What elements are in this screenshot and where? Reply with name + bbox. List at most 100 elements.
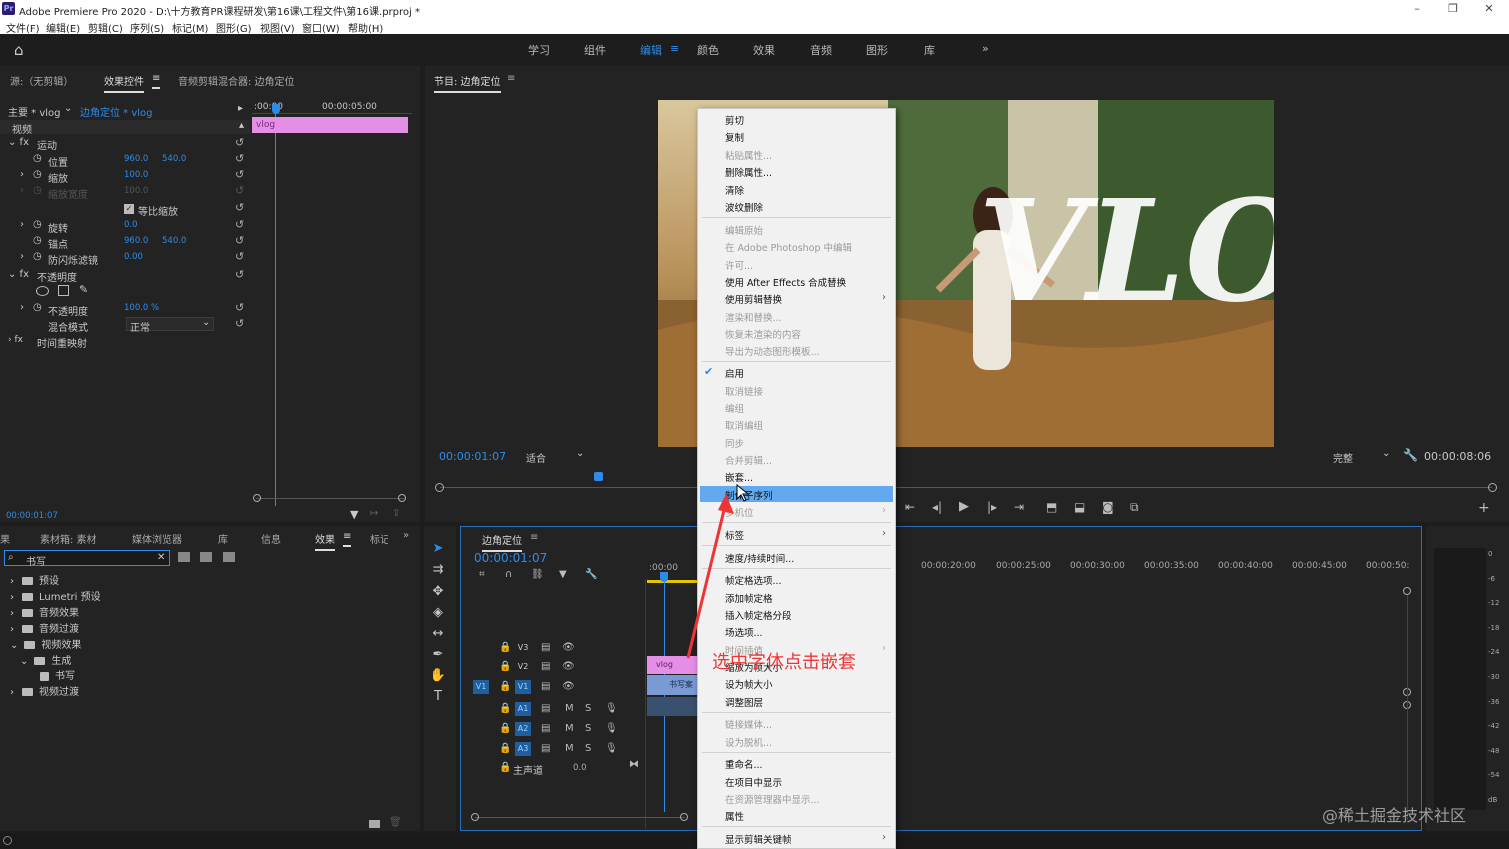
ws-tab-effects[interactable]: 效果 [753,42,775,58]
expand-motion-icon[interactable]: ⌄ fx [8,137,29,148]
menu-item-ripple-delete[interactable]: 波纹删除 [725,200,763,214]
tree-item-presets[interactable]: › 预设 [10,572,59,587]
timeline-zoom-scrollbar[interactable] [475,817,685,818]
track-a1[interactable]: A1 [515,702,531,716]
pen-mask-icon[interactable]: ✎ [79,283,88,296]
menu-help[interactable]: 帮助(H) [348,20,383,35]
type-tool-icon[interactable]: T [429,689,447,704]
menu-item-nest[interactable]: 嵌套... [725,470,753,484]
accelerated-effects-icon[interactable] [178,552,190,562]
program-monitor-title[interactable]: 节目: 边角定位 [434,73,501,93]
reset-rotation-icon[interactable]: ↺ [235,218,244,231]
menu-item-cut[interactable]: 剪切 [725,113,744,127]
go-to-in-icon[interactable]: ⇤ [905,500,915,514]
rotation-value[interactable]: 0.0 [124,220,138,230]
clip-a1[interactable] [647,697,699,716]
menu-item-set-to-frame[interactable]: 设为帧大小 [725,677,773,691]
close-icon[interactable]: ✕ [1475,2,1503,16]
solo-icon[interactable]: S [585,703,591,714]
master-track-value[interactable]: 0.0 [573,763,587,773]
ws-tab-color[interactable]: 颜色 [697,42,719,58]
menu-item-enable[interactable]: 启用 [725,366,744,380]
home-icon[interactable]: ⌂ [14,41,24,59]
more-tabs-icon[interactable]: » [403,530,409,541]
reset-opacity-section-icon[interactable]: ↺ [235,268,244,281]
play-only-icon[interactable]: ▸ [238,103,243,114]
chevron-down-icon[interactable]: ⌄ [576,448,584,459]
tab-source[interactable]: 源:（无剪辑） [10,73,73,88]
sync-lock-icon[interactable]: ▤ [541,743,550,754]
program-playhead-icon[interactable] [594,472,603,481]
playhead-icon[interactable] [272,104,280,114]
tab-info[interactable]: 信息 [261,531,281,546]
menu-item-clear[interactable]: 清除 [725,183,744,197]
solo-icon[interactable]: S [585,723,591,734]
menu-item-adjustment-layer[interactable]: 调整图层 [725,695,763,709]
go-to-out-icon[interactable]: ⇥ [1014,500,1024,514]
ws-tab-libraries[interactable]: 库 [924,42,935,58]
tab-effect-controls[interactable]: 效果控件 [104,73,144,93]
menu-marker[interactable]: 标记(M) [172,20,208,35]
expand-antiflicker-icon[interactable]: › [20,251,24,262]
source-patch-v1[interactable]: V1 [473,680,489,694]
lock-icon[interactable]: 🔒 [499,762,511,773]
reset-opacity-icon[interactable]: ↺ [235,301,244,314]
antiflicker-value[interactable]: 0.00 [124,252,143,262]
expand-opacity-icon[interactable]: ⌄ fx [8,269,29,280]
v-scrollbar[interactable] [1407,595,1408,820]
tree-item-audio-transitions[interactable]: › 音频过渡 [10,620,79,635]
mute-icon[interactable]: M [565,723,574,734]
master-end-icon[interactable]: ⧓ [629,759,639,770]
tree-item-video-transitions[interactable]: › 视频过渡 [10,683,79,698]
ripple-edit-tool-icon[interactable]: ✥ [429,584,447,599]
sync-lock-icon[interactable]: ▤ [541,723,550,734]
rectangle-mask-icon[interactable] [58,285,69,296]
eye-icon[interactable]: 👁 [562,642,575,653]
add-marker-icon[interactable]: ▼ [559,569,567,580]
reset-antiflicker-icon[interactable]: ↺ [235,250,244,263]
v-scroll-top-handle[interactable] [1403,587,1411,595]
timeline-menu-icon[interactable]: ≡ [530,532,538,543]
export-frame-icon[interactable]: ↦ [370,508,378,519]
track-v1[interactable]: V1 [515,680,531,694]
expand-scale-icon[interactable]: › [20,169,24,180]
step-forward-icon[interactable]: |▸ [987,500,997,514]
play-icon[interactable]: ▶ [959,499,969,514]
opacity-value[interactable]: 100.0 % [124,303,159,313]
mute-icon[interactable]: M [565,703,574,714]
tab-menu-icon[interactable]: ≡ [152,73,161,89]
expand-opacity-icon[interactable]: › [20,302,24,313]
lock-icon[interactable]: 🔒 [499,681,511,692]
mic-icon[interactable]: 🎙 [605,723,618,734]
extract-icon[interactable]: ⬓ [1074,500,1085,514]
effects-menu-icon[interactable]: ≡ [343,531,352,547]
hand-tool-icon[interactable]: ✋ [429,668,447,683]
lock-icon[interactable]: 🔒 [499,661,511,672]
mute-icon[interactable]: M [565,743,574,754]
razor-tool-icon[interactable]: ◈ [429,605,447,620]
scale-value[interactable]: 100.0 [124,170,148,180]
zoom-scrollbar[interactable] [256,498,406,499]
scrubber-handle-left[interactable] [435,483,444,492]
timeline-playhead-icon[interactable] [660,572,668,582]
ws-tab-graphics[interactable]: 图形 [866,42,888,58]
slip-tool-icon[interactable]: ↔ [429,626,447,641]
share-icon[interactable]: ⇪ [392,508,400,519]
menu-item-properties[interactable]: 属性 [725,809,744,823]
ws-tab-editing[interactable]: 编辑 [640,42,662,58]
ws-tab-audio[interactable]: 音频 [810,42,832,58]
menu-item-rename[interactable]: 重命名... [725,757,763,771]
timeline-timecode[interactable]: 00:00:01:07 [474,551,547,565]
tab-markers[interactable]: 标记 [370,531,388,546]
sync-lock-icon[interactable]: ▤ [541,661,550,672]
linked-selection-icon[interactable]: ⛓ [531,569,544,580]
wrench-icon[interactable]: 🔧 [1403,448,1418,462]
anchor-x-value[interactable]: 960.0 [124,236,148,246]
minimize-icon[interactable]: – [1403,2,1431,16]
timeline-settings-icon[interactable]: 🔧 [585,569,597,580]
collapse-up-icon[interactable]: ▴ [239,120,244,131]
scrubber-handle-right[interactable] [1488,483,1497,492]
reset-scale-icon[interactable]: ↺ [235,168,244,181]
track-v3[interactable]: V3 [515,641,531,655]
nest-toggle-icon[interactable]: ⌗ [479,569,485,580]
